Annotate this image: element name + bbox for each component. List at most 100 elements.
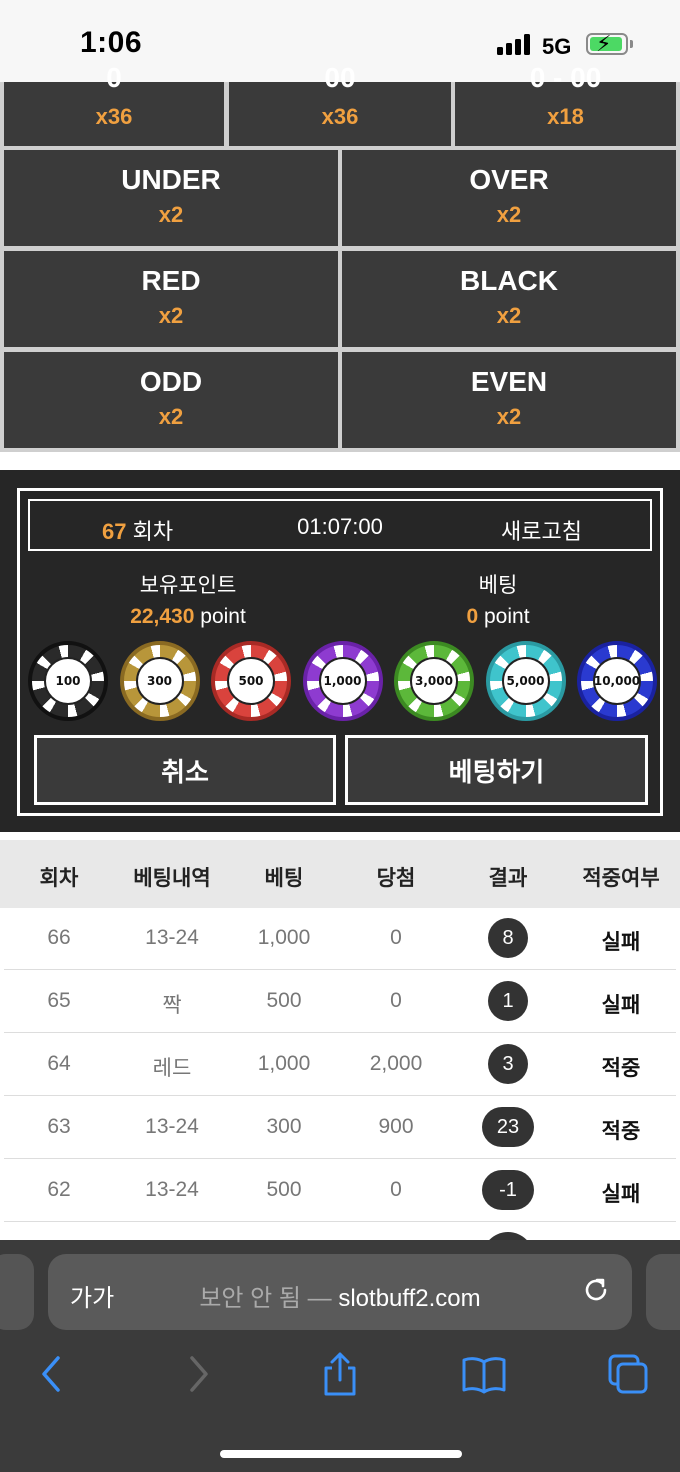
result-ball: 3 [488, 1044, 528, 1084]
header-bet: 베팅 [264, 867, 304, 890]
bet-points: 베팅 0 point [398, 569, 598, 629]
result-ball: 23 [482, 1107, 534, 1147]
bet-cell-mult: x18 [547, 104, 584, 129]
bet-cell-label: UNDER [121, 164, 221, 195]
betting-panel: 67 회차 01:07:00 새로고침 보유포인트 22,430 point 베… [0, 470, 680, 832]
chip-value: 3,000 [415, 674, 453, 688]
chip-face: 100 [44, 657, 92, 705]
bet-cell-label: ODD [139, 366, 203, 397]
bet-cell-red[interactable]: RED x2 [4, 251, 338, 347]
cell-round: 65 [47, 989, 71, 1012]
bet-cell-mult: x2 [158, 303, 184, 328]
result-ball: 1 [488, 981, 528, 1021]
cell-win: 2,000 [369, 1052, 423, 1075]
table-row: 66 13-24 1,000 0 8 실패 [4, 908, 676, 970]
chip-face: 3,000 [410, 657, 458, 705]
bet-cell-even[interactable]: EVEN x2 [342, 352, 676, 448]
bet-cell-label: OVER [469, 164, 549, 195]
bet-cell-zero-double-zero[interactable]: 0 - 00 x18 [455, 62, 676, 146]
url-text: 보안 안 됨 — slotbuff2.com [48, 1278, 632, 1313]
bet-points-value: 0 [466, 605, 479, 628]
cell-round: 63 [47, 1115, 71, 1138]
header-win: 당첨 [376, 867, 416, 890]
chip-value: 1,000 [323, 674, 362, 688]
battery-cap [630, 40, 633, 48]
tabs-icon[interactable] [604, 1350, 652, 1398]
chip-5[interactable]: 5,000 [485, 641, 566, 721]
bet-cell-under[interactable]: UNDER x2 [4, 150, 338, 246]
place-bet-button[interactable]: 베팅하기 [345, 735, 648, 805]
cell-bet: 500 [266, 1178, 302, 1201]
header-detail: 베팅내역 [133, 867, 211, 890]
cell-round: 66 [47, 926, 71, 949]
signal-icon [497, 33, 535, 55]
cell-detail: 짝 [162, 994, 182, 1017]
cell-outcome: 실패 [601, 994, 641, 1017]
forward-icon[interactable] [174, 1350, 222, 1398]
chip-face: 5,000 [501, 657, 550, 705]
cancel-button[interactable]: 취소 [34, 735, 336, 805]
cell-bet: 300 [266, 1115, 302, 1138]
cell-win: 0 [390, 989, 402, 1012]
round-bar: 67 회차 01:07:00 새로고침 [28, 499, 652, 551]
chip-0[interactable]: 100 [28, 641, 108, 721]
bet-cell-label: 00 [324, 62, 356, 93]
result-ball: 8 [488, 918, 528, 958]
cell-bet: 1,000 [257, 1052, 311, 1075]
chip-face: 500 [227, 657, 275, 705]
bet-cell-mult: x2 [158, 202, 184, 227]
table-row: 64 레드 1,000 2,000 3 적중 [4, 1034, 676, 1096]
chip-3[interactable]: 1,000 [302, 641, 383, 721]
chip-2[interactable]: 500 [211, 641, 291, 721]
table-header: 회차 베팅내역 베팅 당첨 결과 적중여부 [0, 840, 680, 908]
bet-grid: 0 x36 00 x36 0 - 00 x18 UNDER x2 OVER x2… [0, 62, 680, 452]
bet-cell-mult: x36 [321, 104, 359, 129]
cell-outcome: 실패 [601, 931, 641, 954]
address-bar[interactable]: 가가 보안 안 됨 — slotbuff2.com [48, 1254, 632, 1330]
chip-1[interactable]: 300 [119, 641, 200, 721]
cell-detail: 13-24 [145, 926, 199, 949]
cell-bet: 1,000 [257, 926, 311, 949]
battery-icon: ⚡ [586, 31, 628, 56]
chip-face: 10,000 [593, 657, 641, 705]
bet-cell-zero[interactable]: 0 x36 [4, 62, 224, 146]
bet-points-label: 베팅 [478, 574, 518, 597]
cell-detail: 13-24 [145, 1178, 199, 1201]
bet-cell-mult: x2 [496, 202, 522, 227]
bet-cell-mult: x2 [496, 303, 522, 328]
bet-cell-mult: x2 [158, 404, 184, 429]
table-row: 63 13-24 300 900 23 적중 [4, 1097, 676, 1159]
url-domain: slotbuff2.com [338, 1285, 481, 1312]
held-points: 보유포인트 22,430 point [88, 569, 288, 629]
cell-detail: 레드 [152, 1057, 192, 1080]
header-result: 결과 [488, 867, 528, 890]
chip-6[interactable]: 10,000 [577, 641, 657, 721]
bet-cell-label: EVEN [470, 366, 548, 397]
home-indicator [220, 1450, 462, 1458]
refresh-button[interactable]: 새로고침 [501, 514, 582, 546]
bet-cell-label: 0 [106, 62, 122, 93]
cell-win: 900 [378, 1115, 414, 1138]
bet-cell-over[interactable]: OVER x2 [342, 150, 676, 246]
cell-round: 64 [47, 1052, 71, 1075]
held-points-unit: point [200, 605, 246, 628]
bet-cell-black[interactable]: BLACK x2 [342, 251, 676, 347]
bet-points-unit: point [483, 605, 530, 628]
cell-win: 0 [390, 1178, 402, 1201]
bet-cell-label: 0 - 00 [529, 62, 602, 93]
next-tab-edge[interactable] [646, 1254, 680, 1330]
table-row: 65 짝 500 0 1 실패 [4, 971, 676, 1033]
previous-tab-edge[interactable] [0, 1254, 34, 1330]
bookmarks-icon[interactable] [460, 1350, 508, 1398]
bet-cell-odd[interactable]: ODD x2 [4, 352, 338, 448]
back-icon[interactable] [28, 1350, 76, 1398]
bet-cell-double-zero[interactable]: 00 x36 [229, 62, 451, 146]
table-row: 62 13-24 500 0 -1 실패 [4, 1160, 676, 1222]
chip-value: 5,000 [506, 674, 545, 688]
browser-toolbar: 가가 보안 안 됨 — slotbuff2.com [0, 1240, 680, 1472]
cell-outcome: 적중 [601, 1057, 641, 1080]
reload-icon[interactable] [580, 1274, 612, 1306]
cell-bet: 500 [266, 989, 302, 1012]
share-icon[interactable] [316, 1350, 364, 1398]
chip-4[interactable]: 3,000 [394, 641, 474, 721]
